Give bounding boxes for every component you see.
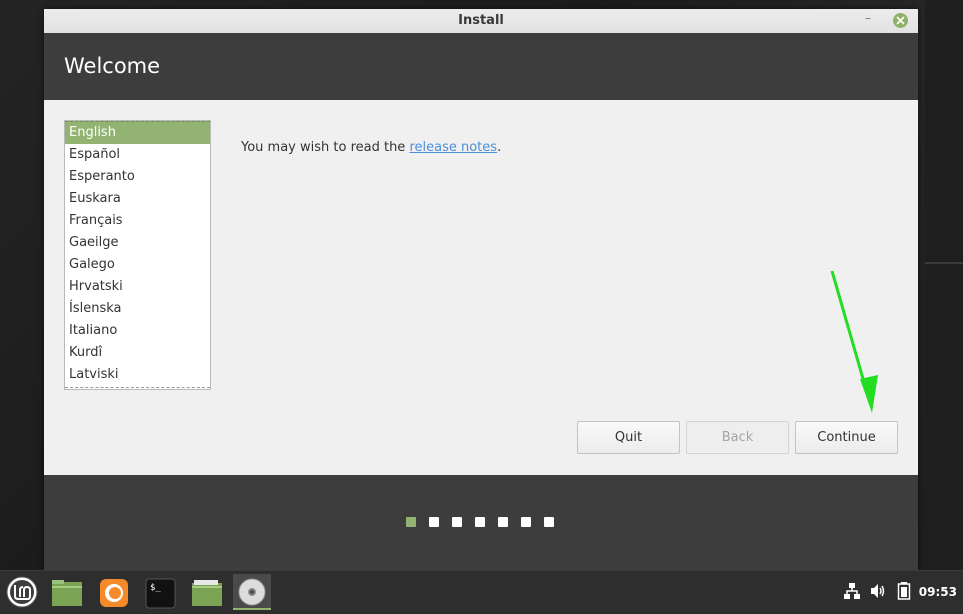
language-item[interactable]: Íslenska (65, 298, 210, 320)
step-dot (452, 517, 462, 527)
folder-icon (192, 580, 222, 606)
step-dot (475, 517, 485, 527)
taskbar-terminal-button[interactable]: $_ (142, 574, 180, 610)
language-item[interactable]: Español (65, 144, 210, 166)
language-item[interactable]: Gaeilge (65, 232, 210, 254)
step-dot (544, 517, 554, 527)
installer-window: Install – Welcome English Español Esperant… (44, 9, 918, 570)
annotation-arrow (830, 270, 878, 413)
language-item[interactable]: Français (65, 210, 210, 232)
disc-installer-icon (238, 578, 266, 606)
release-notes-link[interactable]: release notes (409, 140, 497, 155)
minimize-button[interactable]: – (861, 12, 875, 27)
language-item[interactable]: Euskara (65, 188, 210, 210)
taskbar-installer-button[interactable] (233, 574, 271, 610)
language-item[interactable]: Hrvatski (65, 276, 210, 298)
taskbar: $_ 09:53 (0, 570, 963, 613)
step-dot-current (406, 517, 416, 527)
window-title: Install (458, 13, 504, 28)
language-item[interactable]: Italiano (65, 320, 210, 342)
taskbar-folder-button[interactable] (188, 574, 226, 610)
release-suffix: . (497, 140, 502, 155)
step-dot (429, 517, 439, 527)
back-button[interactable]: Back (686, 421, 789, 454)
quit-button[interactable]: Quit (577, 421, 680, 454)
taskbar-firefox-button[interactable] (96, 574, 134, 610)
language-item[interactable]: Esperanto (65, 166, 210, 188)
active-indicator (233, 608, 271, 610)
desktop-panel-divider (925, 262, 963, 264)
release-prefix: You may wish to read the (241, 140, 410, 155)
mint-menu-button[interactable] (4, 574, 42, 610)
step-indicator (406, 517, 554, 527)
title-bar[interactable]: Install – (44, 9, 918, 34)
battery-icon[interactable] (897, 582, 911, 600)
close-icon (896, 16, 905, 25)
progress-footer (44, 475, 918, 570)
step-dot (498, 517, 508, 527)
close-button[interactable] (893, 13, 908, 28)
page-header: Welcome (44, 33, 918, 100)
release-notes-text: You may wish to read the release notes. (241, 140, 501, 155)
network-icon[interactable] (843, 582, 861, 600)
volume-icon[interactable] (869, 582, 887, 600)
step-dot (521, 517, 531, 527)
svg-text:$_: $_ (150, 583, 161, 593)
terminal-icon: $_ (145, 578, 176, 609)
language-item[interactable]: Latviski (65, 364, 210, 386)
language-item[interactable]: Kurdî (65, 342, 210, 364)
firefox-icon (100, 579, 128, 607)
page-title: Welcome (64, 54, 161, 78)
list-scroll-edge (65, 387, 210, 389)
taskbar-files-button[interactable] (48, 574, 86, 610)
clock[interactable]: 09:53 (919, 585, 957, 599)
mint-menu-icon (6, 576, 38, 608)
file-manager-icon (52, 580, 82, 606)
continue-button[interactable]: Continue (795, 421, 898, 454)
desktop-panel-edge (925, 0, 963, 570)
language-list[interactable]: English Español Esperanto Euskara Français Ga… (64, 120, 211, 390)
language-item[interactable]: Galego (65, 254, 210, 276)
language-item[interactable]: English (65, 121, 210, 144)
